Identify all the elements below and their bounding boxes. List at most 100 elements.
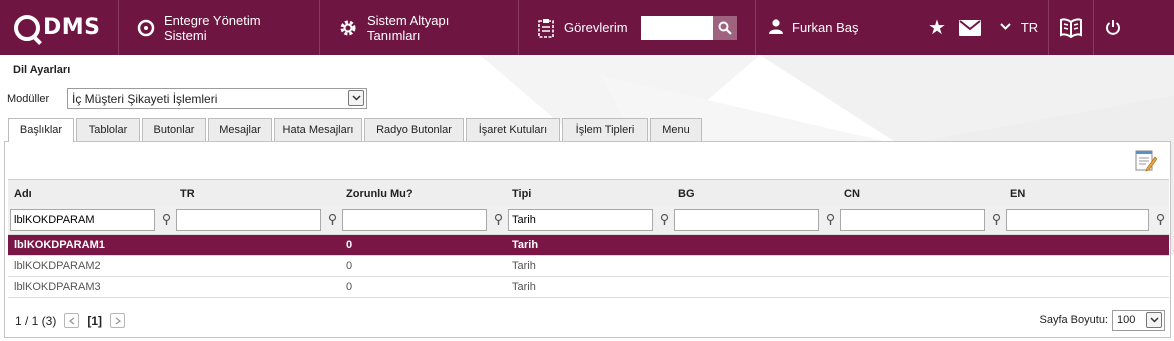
tab-error-messages[interactable]: Hata Mesajları	[274, 118, 362, 141]
pagination-bar: 1 / 1 (3) [1] Sayfa Boyutu: 100	[5, 304, 1170, 337]
search-icon	[718, 21, 732, 35]
filter-row	[8, 205, 1169, 235]
search-box	[635, 0, 755, 55]
tab-operation-types[interactable]: İşlem Tipleri	[562, 118, 648, 141]
filter-input-en[interactable]	[1006, 208, 1149, 231]
cell-name: lblKOKDPARAM3	[14, 281, 101, 293]
filter-input-cn[interactable]	[840, 208, 985, 231]
page-size-label: Sayfa Boyutu:	[1039, 314, 1109, 326]
mail-icon[interactable]	[950, 19, 990, 36]
column-header-type[interactable]: Tipi	[506, 180, 672, 205]
filter-icon[interactable]	[657, 214, 671, 225]
filter-icon[interactable]	[1153, 214, 1167, 225]
tab-messages[interactable]: Mesajlar	[208, 118, 272, 141]
content-panel: Adı TR Zorunlu Mu? Tipi BG CN EN lblKOKD…	[4, 141, 1171, 338]
top-navigation-bar: DMS Entegre Yönetim Sistemi Sistem Altya…	[0, 0, 1174, 55]
chevron-right-icon	[115, 316, 121, 325]
cell-type: Tarih	[512, 260, 536, 272]
cell-required: 0	[346, 281, 353, 293]
cell-required: 0	[346, 260, 353, 272]
cell-name: lblKOKDPARAM2	[14, 260, 101, 272]
tab-tables[interactable]: Tablolar	[76, 118, 140, 141]
nav-integrated-system-label: Entegre Yönetim Sistemi	[164, 12, 261, 43]
chevron-down-icon	[1146, 312, 1162, 328]
table-row[interactable]: lblKOKDPARAM1 0 Tarih	[8, 235, 1169, 256]
logo-text: DMS	[43, 15, 101, 40]
table-row[interactable]: lblKOKDPARAM2 0 Tarih	[8, 256, 1169, 277]
column-header-cn[interactable]: CN	[838, 180, 1004, 205]
grid-header: Adı TR Zorunlu Mu? Tipi BG CN EN	[8, 179, 1169, 205]
book-icon[interactable]	[1048, 0, 1094, 55]
tab-label: Butonlar	[153, 124, 195, 136]
header-actions: ★ TR	[924, 0, 1132, 55]
cell-name: lblKOKDPARAM1	[14, 239, 105, 251]
nav-system-infrastructure-label: Sistem Altyapı Tanımları	[367, 12, 450, 43]
column-header-tr[interactable]: TR	[174, 180, 340, 205]
page-size-select[interactable]: 100	[1112, 310, 1165, 331]
filter-icon[interactable]	[159, 214, 173, 225]
user-name: Furkan Baş	[792, 20, 859, 35]
gear-icon	[338, 18, 358, 38]
next-page-button[interactable]	[110, 313, 126, 328]
page-size-value: 100	[1117, 314, 1136, 326]
data-grid: Adı TR Zorunlu Mu? Tipi BG CN EN lblKOKD…	[8, 179, 1169, 298]
tab-checkboxes[interactable]: İşaret Kutuları	[466, 118, 560, 141]
user-icon	[768, 18, 784, 37]
column-header-name[interactable]: Adı	[8, 180, 174, 205]
filter-input-bg[interactable]	[674, 208, 819, 231]
cell-type: Tarih	[512, 281, 536, 293]
tab-headings[interactable]: Başlıklar	[8, 118, 74, 142]
q-circle-icon	[137, 19, 155, 37]
search-input[interactable]	[641, 15, 713, 40]
nav-integrated-system[interactable]: Entegre Yönetim Sistemi	[118, 0, 319, 55]
clipboard-icon	[537, 18, 555, 38]
filter-input-name[interactable]	[10, 208, 155, 231]
current-page[interactable]: [1]	[87, 314, 102, 328]
edit-document-icon[interactable]	[1135, 148, 1158, 172]
language-code: TR	[1020, 20, 1039, 35]
star-icon[interactable]: ★	[924, 15, 950, 40]
tab-radio-buttons[interactable]: Radyo Butonlar	[364, 118, 464, 141]
tab-label: Hata Mesajları	[282, 124, 354, 136]
filter-icon[interactable]	[823, 214, 837, 225]
tab-label: Başlıklar	[19, 124, 63, 136]
module-label: Modüller	[7, 93, 50, 105]
column-header-en[interactable]: EN	[1004, 180, 1169, 205]
tab-label: Menu	[662, 124, 690, 136]
logo[interactable]: DMS	[0, 0, 118, 55]
filter-icon[interactable]	[491, 214, 505, 225]
filter-icon[interactable]	[989, 214, 1003, 225]
cell-type: Tarih	[512, 239, 539, 251]
language-selector[interactable]: TR	[990, 20, 1048, 35]
pagination-info: 1 / 1 (3)	[15, 313, 57, 328]
tab-label: Tablolar	[88, 124, 128, 136]
filter-input-required[interactable]	[342, 208, 487, 231]
previous-page-button[interactable]	[64, 313, 80, 328]
filter-icon[interactable]	[325, 214, 339, 225]
tab-menu[interactable]: Menu	[650, 118, 702, 141]
logo-q-icon	[14, 14, 40, 41]
filter-input-type[interactable]	[508, 208, 653, 231]
power-icon[interactable]	[1094, 19, 1132, 36]
nav-system-infrastructure[interactable]: Sistem Altyapı Tanımları	[319, 0, 518, 55]
tab-buttons[interactable]: Butonlar	[142, 118, 206, 141]
module-select-value: İç Müşteri Şikayeti İşlemleri	[72, 92, 218, 106]
page-title: Dil Ayarları	[13, 64, 71, 76]
chevron-down-icon	[1000, 22, 1011, 33]
tab-label: Mesajlar	[219, 124, 261, 136]
tab-label: Radyo Butonlar	[376, 124, 452, 136]
user-menu[interactable]: Furkan Baş	[755, 0, 898, 55]
filter-input-tr[interactable]	[176, 208, 321, 231]
cell-required: 0	[346, 239, 353, 251]
nav-my-tasks-label: Görevlerim	[564, 20, 628, 35]
tab-label: İşlem Tipleri	[575, 124, 635, 136]
column-header-required[interactable]: Zorunlu Mu?	[340, 180, 506, 205]
chevron-down-icon	[348, 90, 364, 106]
module-select[interactable]: İç Müşteri Şikayeti İşlemleri	[67, 88, 367, 109]
nav-my-tasks[interactable]: Görevlerim	[518, 0, 635, 55]
column-header-bg[interactable]: BG	[672, 180, 838, 205]
table-row[interactable]: lblKOKDPARAM3 0 Tarih	[8, 277, 1169, 298]
search-button[interactable]	[713, 15, 737, 40]
chevron-left-icon	[68, 316, 75, 325]
tab-bar: Başlıklar Tablolar Butonlar Mesajlar Hat…	[8, 118, 704, 142]
